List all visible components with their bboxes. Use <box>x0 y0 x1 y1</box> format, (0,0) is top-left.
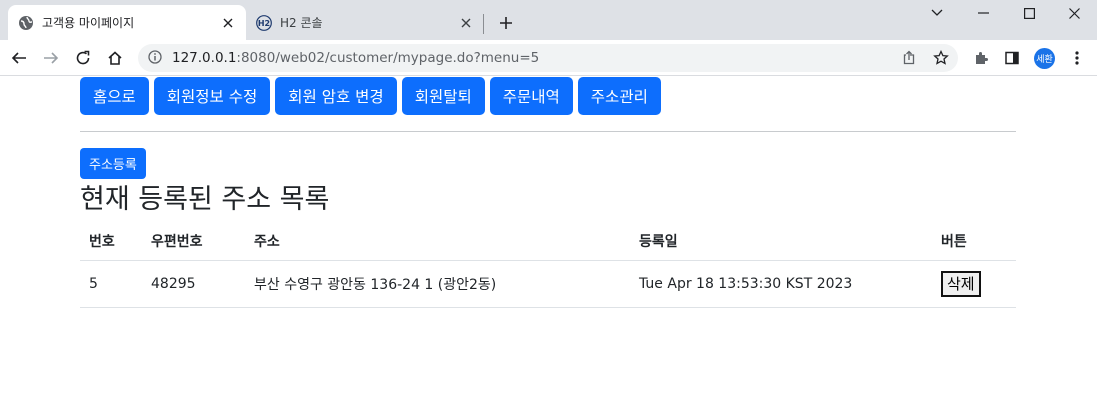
edit-member-info-button[interactable]: 회원정보 수정 <box>153 77 271 115</box>
bookmark-button[interactable] <box>927 44 955 72</box>
column-header-address: 주소 <box>245 222 630 261</box>
home-button[interactable] <box>101 44 129 72</box>
back-button[interactable] <box>5 44 33 72</box>
side-panel-button[interactable] <box>998 44 1026 72</box>
tab-title: 고객용 마이페이지 <box>42 16 135 30</box>
tab-h2-console[interactable]: H2 H2 콘솔 <box>246 5 484 40</box>
page-title: 현재 등록된 주소 목록 <box>80 184 330 215</box>
minimize-icon <box>977 12 989 14</box>
address-table: 번호 우편번호 주소 등록일 버튼 5 48295 부산 수영구 광안동 136… <box>80 222 1016 308</box>
chevron-down-icon <box>931 9 943 16</box>
globe-icon <box>18 15 34 31</box>
info-icon[interactable] <box>148 49 162 68</box>
more-vertical-icon <box>1075 51 1079 65</box>
address-manage-button[interactable]: 주소관리 <box>577 77 661 115</box>
forward-button[interactable] <box>37 44 65 72</box>
withdraw-button[interactable]: 회원탈퇴 <box>401 77 485 115</box>
column-header-button: 버튼 <box>932 222 1016 261</box>
register-address-button[interactable]: 주소등록 <box>80 148 146 179</box>
maximize-button[interactable] <box>1006 0 1052 26</box>
svg-text:H2: H2 <box>258 19 270 28</box>
cell-date: Tue Apr 18 13:53:30 KST 2023 <box>630 260 932 308</box>
mypage-nav: 홈으로 회원정보 수정 회원 암호 변경 회원탈퇴 주문내역 주소관리 <box>80 77 661 115</box>
cell-no: 5 <box>80 260 142 308</box>
url-text: 127.0.0.1:8080/web02/customer/mypage.do?… <box>172 50 540 66</box>
reload-icon <box>76 50 90 65</box>
star-icon <box>933 50 949 65</box>
puzzle-icon <box>976 52 988 64</box>
table-row: 5 48295 부산 수영구 광안동 136-24 1 (광안2동) Tue A… <box>80 260 1016 308</box>
cell-zip: 48295 <box>142 260 245 308</box>
home-link-button[interactable]: 홈으로 <box>80 77 149 115</box>
profile-avatar[interactable]: 세환 <box>1034 48 1055 69</box>
tab-separator <box>483 14 484 34</box>
close-window-button[interactable] <box>1051 0 1097 26</box>
column-header-no: 번호 <box>80 222 142 261</box>
browser-toolbar: 127.0.0.1:8080/web02/customer/mypage.do?… <box>0 40 1097 76</box>
change-password-button[interactable]: 회원 암호 변경 <box>275 77 397 115</box>
plus-icon <box>500 17 512 29</box>
side-panel-icon <box>1005 51 1019 65</box>
close-tab-icon[interactable] <box>456 13 476 33</box>
maximize-icon <box>1023 7 1035 19</box>
table-header-row: 번호 우편번호 주소 등록일 버튼 <box>80 222 1016 261</box>
share-icon <box>903 50 915 65</box>
close-tab-icon[interactable] <box>218 13 238 33</box>
tab-search-button[interactable] <box>914 0 960 26</box>
delete-address-button[interactable]: 삭제 <box>941 270 981 297</box>
address-bar[interactable]: 127.0.0.1:8080/web02/customer/mypage.do?… <box>138 44 958 72</box>
tab-title: H2 콘솔 <box>280 16 323 30</box>
page-content: 홈으로 회원정보 수정 회원 암호 변경 회원탈퇴 주문내역 주소관리 주소등록… <box>0 76 1097 394</box>
extensions-button[interactable] <box>967 44 995 72</box>
arrow-right-icon <box>44 52 59 64</box>
minimize-button[interactable] <box>960 0 1006 26</box>
order-history-button[interactable]: 주문내역 <box>489 77 573 115</box>
menu-button[interactable] <box>1063 44 1091 72</box>
cell-action: 삭제 <box>932 260 1016 308</box>
column-header-date: 등록일 <box>630 222 932 261</box>
cell-address: 부산 수영구 광안동 136-24 1 (광안2동) <box>245 260 630 308</box>
share-button[interactable] <box>895 44 923 72</box>
home-icon <box>108 51 122 65</box>
tab-mypage[interactable]: 고객용 마이페이지 <box>8 5 246 40</box>
h2-icon: H2 <box>256 14 272 31</box>
new-tab-button[interactable] <box>494 11 518 35</box>
reload-button[interactable] <box>69 44 97 72</box>
divider <box>80 131 1016 132</box>
tab-strip: 고객용 마이페이지 H2 H2 콘솔 <box>0 0 1097 40</box>
column-header-zip: 우편번호 <box>142 222 245 261</box>
arrow-left-icon <box>11 52 26 64</box>
close-icon <box>1068 7 1080 19</box>
